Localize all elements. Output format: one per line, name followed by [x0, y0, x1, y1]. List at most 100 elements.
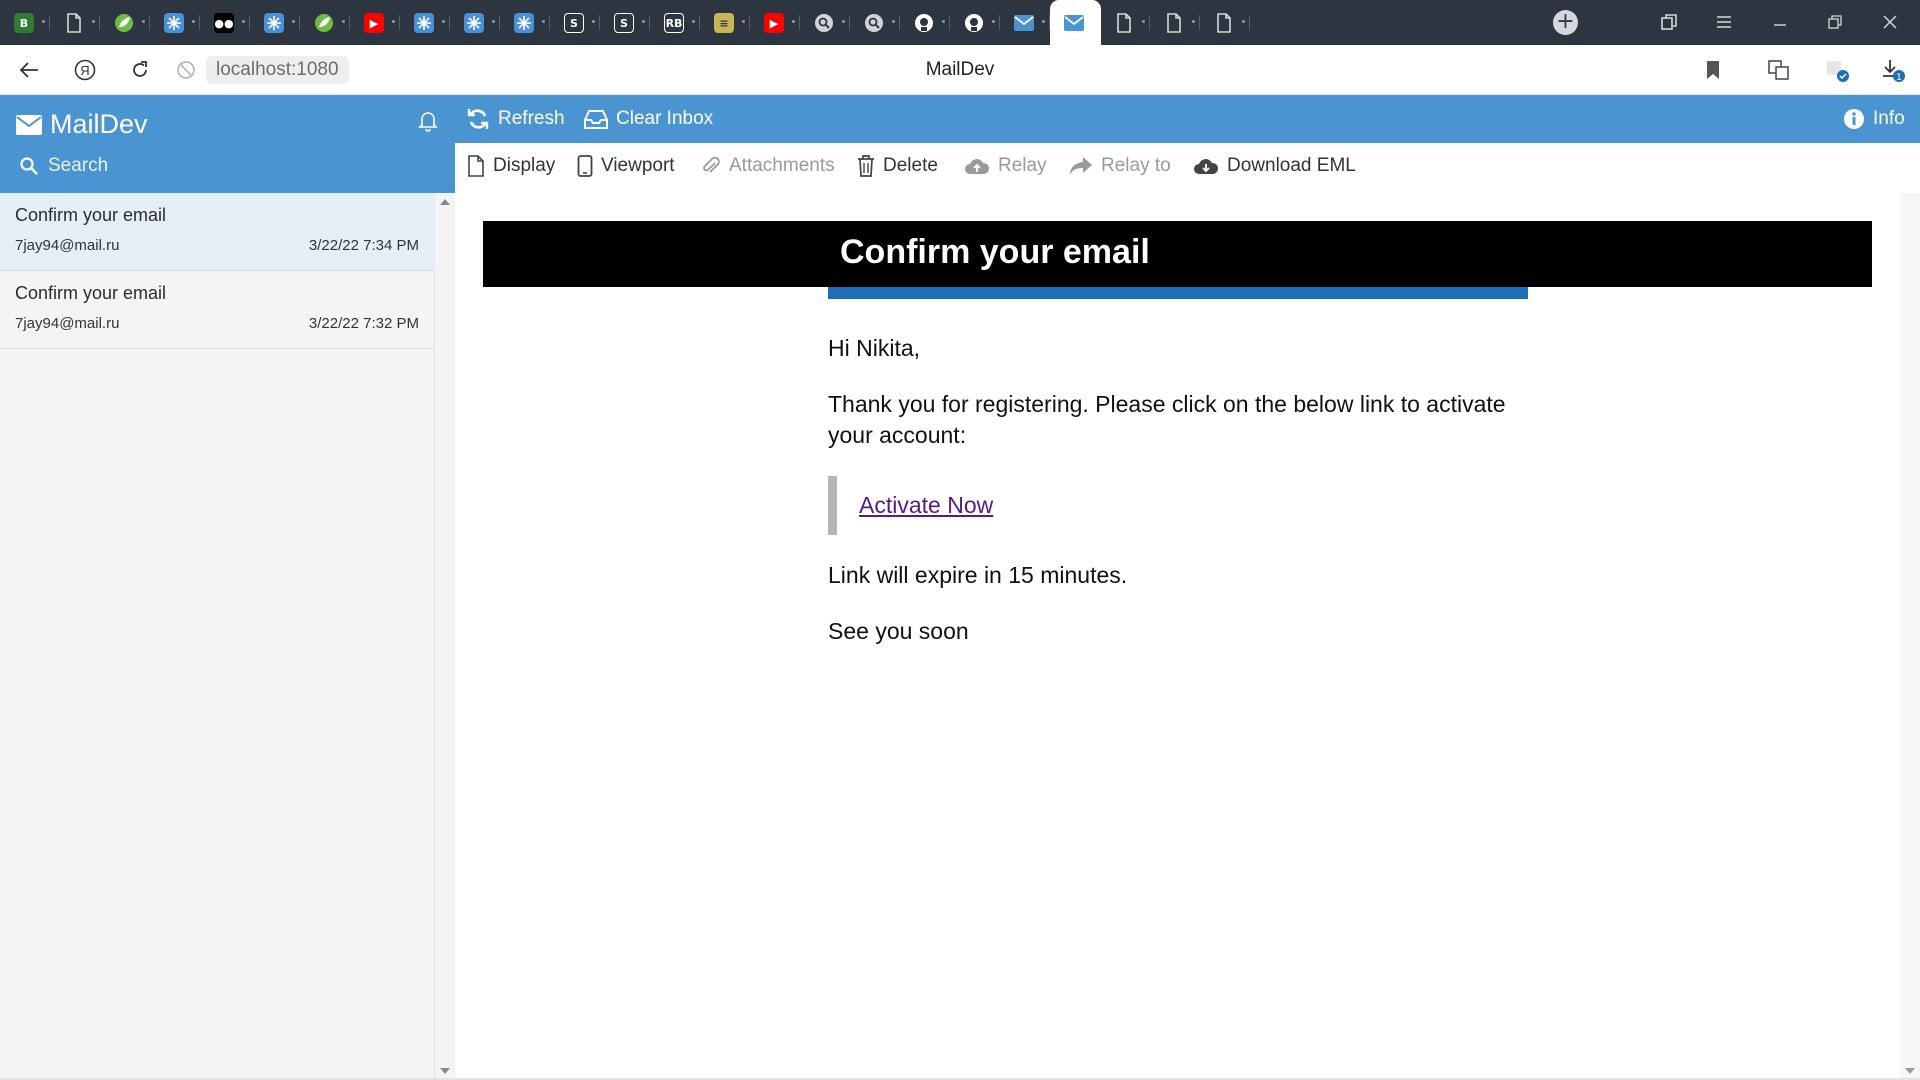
browser-tab[interactable]	[1200, 0, 1250, 45]
browser-tab[interactable]	[400, 0, 450, 45]
brand[interactable]: MailDev	[16, 109, 148, 140]
minimize-icon[interactable]	[1769, 11, 1791, 33]
mail-icon	[1064, 13, 1084, 33]
tab-indicator	[692, 20, 695, 23]
scroll-up-icon[interactable]	[440, 199, 450, 205]
downloads-icon[interactable]: 1	[1880, 57, 1906, 83]
browser-tab[interactable]: RB	[650, 0, 700, 45]
delete-button[interactable]: Delete	[857, 155, 938, 177]
viewport-button[interactable]: Viewport	[577, 155, 675, 177]
envelope-icon	[16, 114, 42, 135]
page-icon	[1214, 13, 1234, 33]
close-window-icon[interactable]	[1879, 11, 1901, 33]
message-subject: Confirm your email	[15, 283, 167, 303]
tab-indicator	[892, 20, 895, 23]
clear-inbox-label: Clear Inbox	[616, 108, 714, 129]
url-field[interactable]: localhost:1080	[206, 56, 349, 84]
browser-tab[interactable]	[800, 0, 850, 45]
browser-tab[interactable]: S	[550, 0, 600, 45]
preview-scrollbar[interactable]	[1900, 193, 1920, 1080]
sidebar-header: MailDev Search	[0, 95, 455, 193]
refresh-button[interactable]: Refresh	[466, 108, 565, 130]
tab-indicator	[842, 20, 845, 23]
attachments-label: Attachments	[729, 155, 835, 176]
relay-to-label: Relay to	[1101, 155, 1171, 176]
email-heading: Confirm your email	[840, 233, 1150, 271]
browser-tab[interactable]	[450, 0, 500, 45]
restore-icon[interactable]	[1824, 11, 1846, 33]
translate-icon[interactable]	[1766, 57, 1792, 83]
list-item[interactable]: Confirm your email 7jay94@mail.ru 3/22/2…	[0, 193, 435, 271]
tab-indicator	[392, 20, 395, 23]
browser-tab[interactable]	[250, 0, 300, 45]
clear-inbox-button[interactable]: Clear Inbox	[584, 108, 713, 130]
browser-tab[interactable]	[1050, 0, 1101, 45]
display-label: Display	[493, 155, 556, 176]
medium-icon: ●●	[214, 13, 234, 33]
bell-icon[interactable]	[418, 110, 438, 132]
browser-tab[interactable]: ≡	[700, 0, 750, 45]
message-date: 3/22/22 7:32 PM	[308, 315, 419, 332]
new-tab-button[interactable]: +	[1553, 10, 1578, 35]
message-sender: 7jay94@mail.ru	[15, 237, 120, 254]
browser-tab[interactable]	[900, 0, 950, 45]
extension-icon[interactable]	[1824, 57, 1850, 83]
browser-tab[interactable]	[100, 0, 150, 45]
attachments-button[interactable]: Attachments	[701, 155, 835, 177]
activate-link[interactable]: Activate Now	[859, 492, 993, 518]
browser-tab[interactable]	[1150, 0, 1200, 45]
scroll-down-icon[interactable]	[440, 1068, 450, 1074]
browser-tab[interactable]	[950, 0, 1000, 45]
site-info-icon[interactable]	[176, 60, 196, 80]
sidebar-scrollbar[interactable]	[435, 193, 455, 1080]
list-item[interactable]: Confirm your email 7jay94@mail.ru 3/22/2…	[0, 271, 435, 349]
tab-indicator	[242, 20, 245, 23]
browser-tab[interactable]	[50, 0, 100, 45]
yandex-icon[interactable]: Я	[73, 58, 97, 82]
browser-tab[interactable]	[1100, 0, 1150, 45]
trash-icon	[857, 155, 875, 177]
email-preview: Confirm your email Hi Nikita, Thank you …	[455, 193, 1900, 1080]
cloud-upload-icon	[964, 156, 990, 176]
relay-to-button[interactable]: Relay to	[1069, 155, 1171, 177]
download-eml-button[interactable]: Download EML	[1193, 155, 1356, 177]
scroll-down-icon[interactable]	[1905, 1068, 1915, 1074]
tab-separator	[1249, 15, 1250, 30]
display-button[interactable]: Display	[467, 155, 555, 177]
browser-tab[interactable]: B	[0, 0, 50, 45]
search-input[interactable]: Search	[20, 155, 108, 177]
browser-tab[interactable]	[500, 0, 550, 45]
collections-icon[interactable]	[1658, 11, 1680, 33]
bookmark-icon[interactable]	[1700, 57, 1726, 83]
tab-indicator	[442, 20, 445, 23]
back-icon[interactable]	[17, 58, 41, 82]
info-button[interactable]: Info	[1843, 108, 1905, 130]
browser-tab[interactable]: ▶	[750, 0, 800, 45]
inbox-icon	[584, 109, 608, 129]
b-icon: B	[14, 13, 34, 33]
svg-text:Я: Я	[80, 63, 89, 78]
message-subject: Confirm your email	[15, 205, 167, 225]
tab-indicator	[192, 20, 195, 23]
browser-tab[interactable]: ●●	[200, 0, 250, 45]
link-icon: S	[564, 13, 584, 33]
browser-tab[interactable]	[150, 0, 200, 45]
email-banner: Confirm your email	[483, 221, 1872, 287]
browser-tab[interactable]: S	[600, 0, 650, 45]
reload-icon[interactable]	[128, 58, 152, 82]
sparkle-icon	[264, 13, 284, 33]
tab-indicator	[1142, 20, 1145, 23]
tab-indicator	[42, 20, 45, 23]
browser-tab[interactable]	[850, 0, 900, 45]
browser-tab[interactable]	[300, 0, 350, 45]
tab-indicator	[1042, 20, 1045, 23]
browser-tab-strip: B ●● ▶ S S RB ≡ ▶ +	[0, 0, 1920, 45]
paperclip-icon	[701, 155, 721, 177]
relay-button[interactable]: Relay	[964, 155, 1047, 177]
mobile-icon	[577, 155, 593, 177]
cloud-download-icon	[1193, 156, 1219, 176]
menu-icon[interactable]	[1713, 11, 1735, 33]
sparkle-icon	[464, 13, 484, 33]
browser-tab[interactable]: ▶	[350, 0, 400, 45]
browser-tab[interactable]	[1000, 0, 1050, 45]
